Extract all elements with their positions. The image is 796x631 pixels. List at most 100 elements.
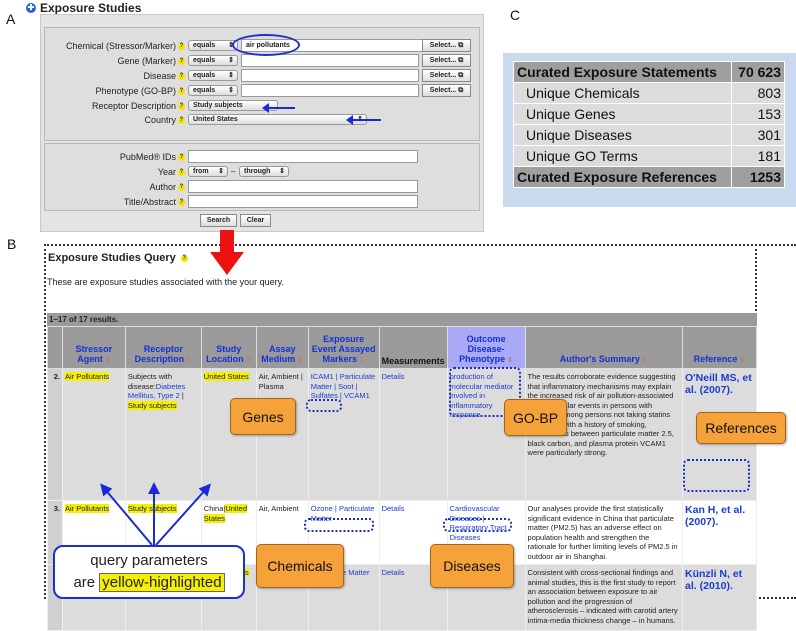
title-abstract-label: Title/Abstract?	[123, 196, 185, 207]
help-icon[interactable]: ?	[178, 87, 185, 95]
stressor-link[interactable]: Air Pollutants	[64, 372, 110, 381]
row-number: 2.	[47, 368, 63, 501]
references-callout: References	[696, 412, 786, 444]
results-count: 1–17 of 17 results.	[47, 313, 757, 326]
stressor-link[interactable]: Air Pollutants	[64, 504, 110, 513]
stats-label: Unique GO Terms	[512, 145, 733, 167]
yellow-highlight-sample: yellow-highlighted	[99, 573, 225, 592]
col-header-location[interactable]: Study Location ⇕	[200, 326, 257, 369]
country-select[interactable]: United States⇕	[188, 114, 367, 125]
help-icon[interactable]: ?	[178, 153, 185, 161]
expand-icon[interactable]: ✚	[26, 3, 36, 13]
help-icon[interactable]: ?	[180, 254, 188, 262]
search-button[interactable]: Search	[200, 214, 237, 227]
chemical-select-button[interactable]: Select... ⧉	[422, 39, 471, 52]
red-down-arrow-icon	[210, 230, 244, 275]
location-prefix: China|	[203, 504, 226, 513]
disease-input[interactable]	[241, 69, 419, 82]
stats-value: 153	[731, 103, 785, 125]
reference-link[interactable]: Kan H, et al. (2007).	[685, 504, 745, 528]
title-abstract-row: Title/Abstract?	[45, 195, 481, 208]
year-dash: –	[231, 167, 236, 176]
summary-cell: Our analyses provide the first statistic…	[524, 500, 684, 565]
reference-link[interactable]: Künzli N, et al. (2010).	[685, 568, 742, 592]
results-title: Exposure Studies Query ?	[48, 252, 188, 264]
stats-value: 181	[731, 145, 785, 167]
col-header-measurements: Measurements	[378, 326, 448, 369]
phenotype-select-button[interactable]: Select... ⧉	[422, 84, 471, 97]
col-header-medium[interactable]: Assay Medium ⇕	[255, 326, 309, 369]
help-icon[interactable]: ?	[178, 198, 185, 206]
stats-table: Curated Exposure Statements 70 623 Unique…	[512, 61, 785, 188]
marker-link[interactable]: VCAM1	[344, 391, 370, 400]
stats-row: Unique Chemicals 803	[512, 82, 785, 104]
help-icon[interactable]: ?	[178, 168, 185, 176]
reference-cell: Kan H, et al. (2007).	[682, 500, 757, 565]
phenotype-input[interactable]	[241, 84, 419, 97]
stats-value: 301	[731, 124, 785, 146]
stats-label: Unique Chemicals	[512, 82, 733, 104]
genes-callout: Genes	[230, 398, 296, 435]
year-through-select[interactable]: through ⇕	[239, 166, 289, 177]
diseases-callout: Diseases	[430, 544, 514, 588]
stats-row: Unique GO Terms 181	[512, 145, 785, 167]
pubmed-label: PubMed® IDs?	[119, 151, 185, 162]
panel-label-a: A	[6, 11, 16, 27]
stats-row: Unique Diseases 301	[512, 124, 785, 146]
gene-operator-select[interactable]: equals ⇕	[188, 55, 238, 66]
disease-select-button[interactable]: Select... ⧉	[422, 69, 471, 82]
col-header-markers[interactable]: Exposure Event Assayed Markers ⇕	[307, 326, 380, 369]
title-abstract-input[interactable]	[188, 195, 418, 208]
receptor-cell: Subjects with disease:Diabetes Mellitus,…	[124, 368, 202, 501]
country-row: Country? United States⇕	[45, 113, 481, 126]
disease-operator-select[interactable]: equals ⇕	[188, 70, 238, 81]
location-value: United States	[203, 372, 249, 381]
country-label: Country?	[144, 114, 185, 125]
clear-button[interactable]: Clear	[240, 214, 271, 227]
col-header-outcome[interactable]: Outcome Disease-Phenotype ⇕	[446, 326, 526, 369]
phenotype-operator-select[interactable]: equals ⇕	[188, 85, 238, 96]
chemical-operator-select[interactable]: equals ⇕	[188, 40, 238, 51]
stats-value: 1253	[731, 166, 785, 188]
disease-label: Disease?	[143, 70, 185, 81]
gene-select-button[interactable]: Select... ⧉	[422, 54, 471, 67]
disease-row: Disease? equals ⇕ Select... ⧉	[45, 69, 481, 82]
stats-row: Curated Exposure References 1253	[512, 166, 785, 188]
help-icon[interactable]: ?	[178, 116, 185, 124]
highlight-oval	[232, 34, 300, 56]
help-icon[interactable]: ?	[178, 72, 185, 80]
help-icon[interactable]: ?	[178, 102, 185, 110]
phenotype-label: Phenotype (GO-BP)?	[95, 85, 185, 96]
help-icon[interactable]: ?	[178, 183, 185, 191]
help-icon[interactable]: ?	[178, 57, 185, 65]
references-highlight-box	[683, 459, 750, 492]
chemical-label: Chemical (Stressor/Marker)?	[65, 40, 185, 51]
pubmed-input[interactable]	[188, 150, 418, 163]
secondary-fieldset: PubMed® IDs? Year? from ⇕ – through ⇕ Auth…	[44, 143, 480, 211]
year-label: Year?	[157, 166, 185, 177]
stats-label: Curated Exposure Statements	[512, 61, 733, 83]
marker-link[interactable]: ICAM1	[311, 372, 334, 381]
table-row: 2. Air Pollutants Subjects with disease:…	[47, 368, 757, 501]
panel-label-c: C	[510, 7, 521, 23]
arrow-country-icon	[346, 115, 381, 125]
col-header-stressor[interactable]: Stressor Agent ⇕	[61, 326, 126, 369]
author-input[interactable]	[188, 180, 418, 193]
receptor-label: Receptor Description?	[91, 100, 185, 111]
table-header-row: Stressor Agent ⇕ Receptor Description ⇕ St…	[47, 326, 757, 369]
stats-value: 70 623	[731, 61, 785, 83]
stats-label: Curated Exposure References	[512, 166, 733, 188]
marker-link[interactable]: Soot	[338, 382, 353, 391]
col-header-reference[interactable]: Reference ⇕	[682, 326, 757, 369]
col-header-summary[interactable]: Author's Summary ⇕	[524, 326, 684, 369]
marker-link[interactable]: Ozone	[311, 504, 333, 513]
col-header-receptor[interactable]: Receptor Description ⇕	[124, 326, 202, 369]
chemicals-highlight-box	[304, 518, 374, 532]
help-icon[interactable]: ?	[178, 42, 185, 50]
stats-value: 803	[731, 82, 785, 104]
details-link[interactable]: Details	[378, 368, 448, 501]
panel-label-b: B	[7, 236, 17, 252]
stats-label: Unique Diseases	[512, 124, 733, 146]
year-from-select[interactable]: from ⇕	[188, 166, 228, 177]
reference-link[interactable]: O'Neill MS, et al. (2007).	[685, 372, 752, 396]
